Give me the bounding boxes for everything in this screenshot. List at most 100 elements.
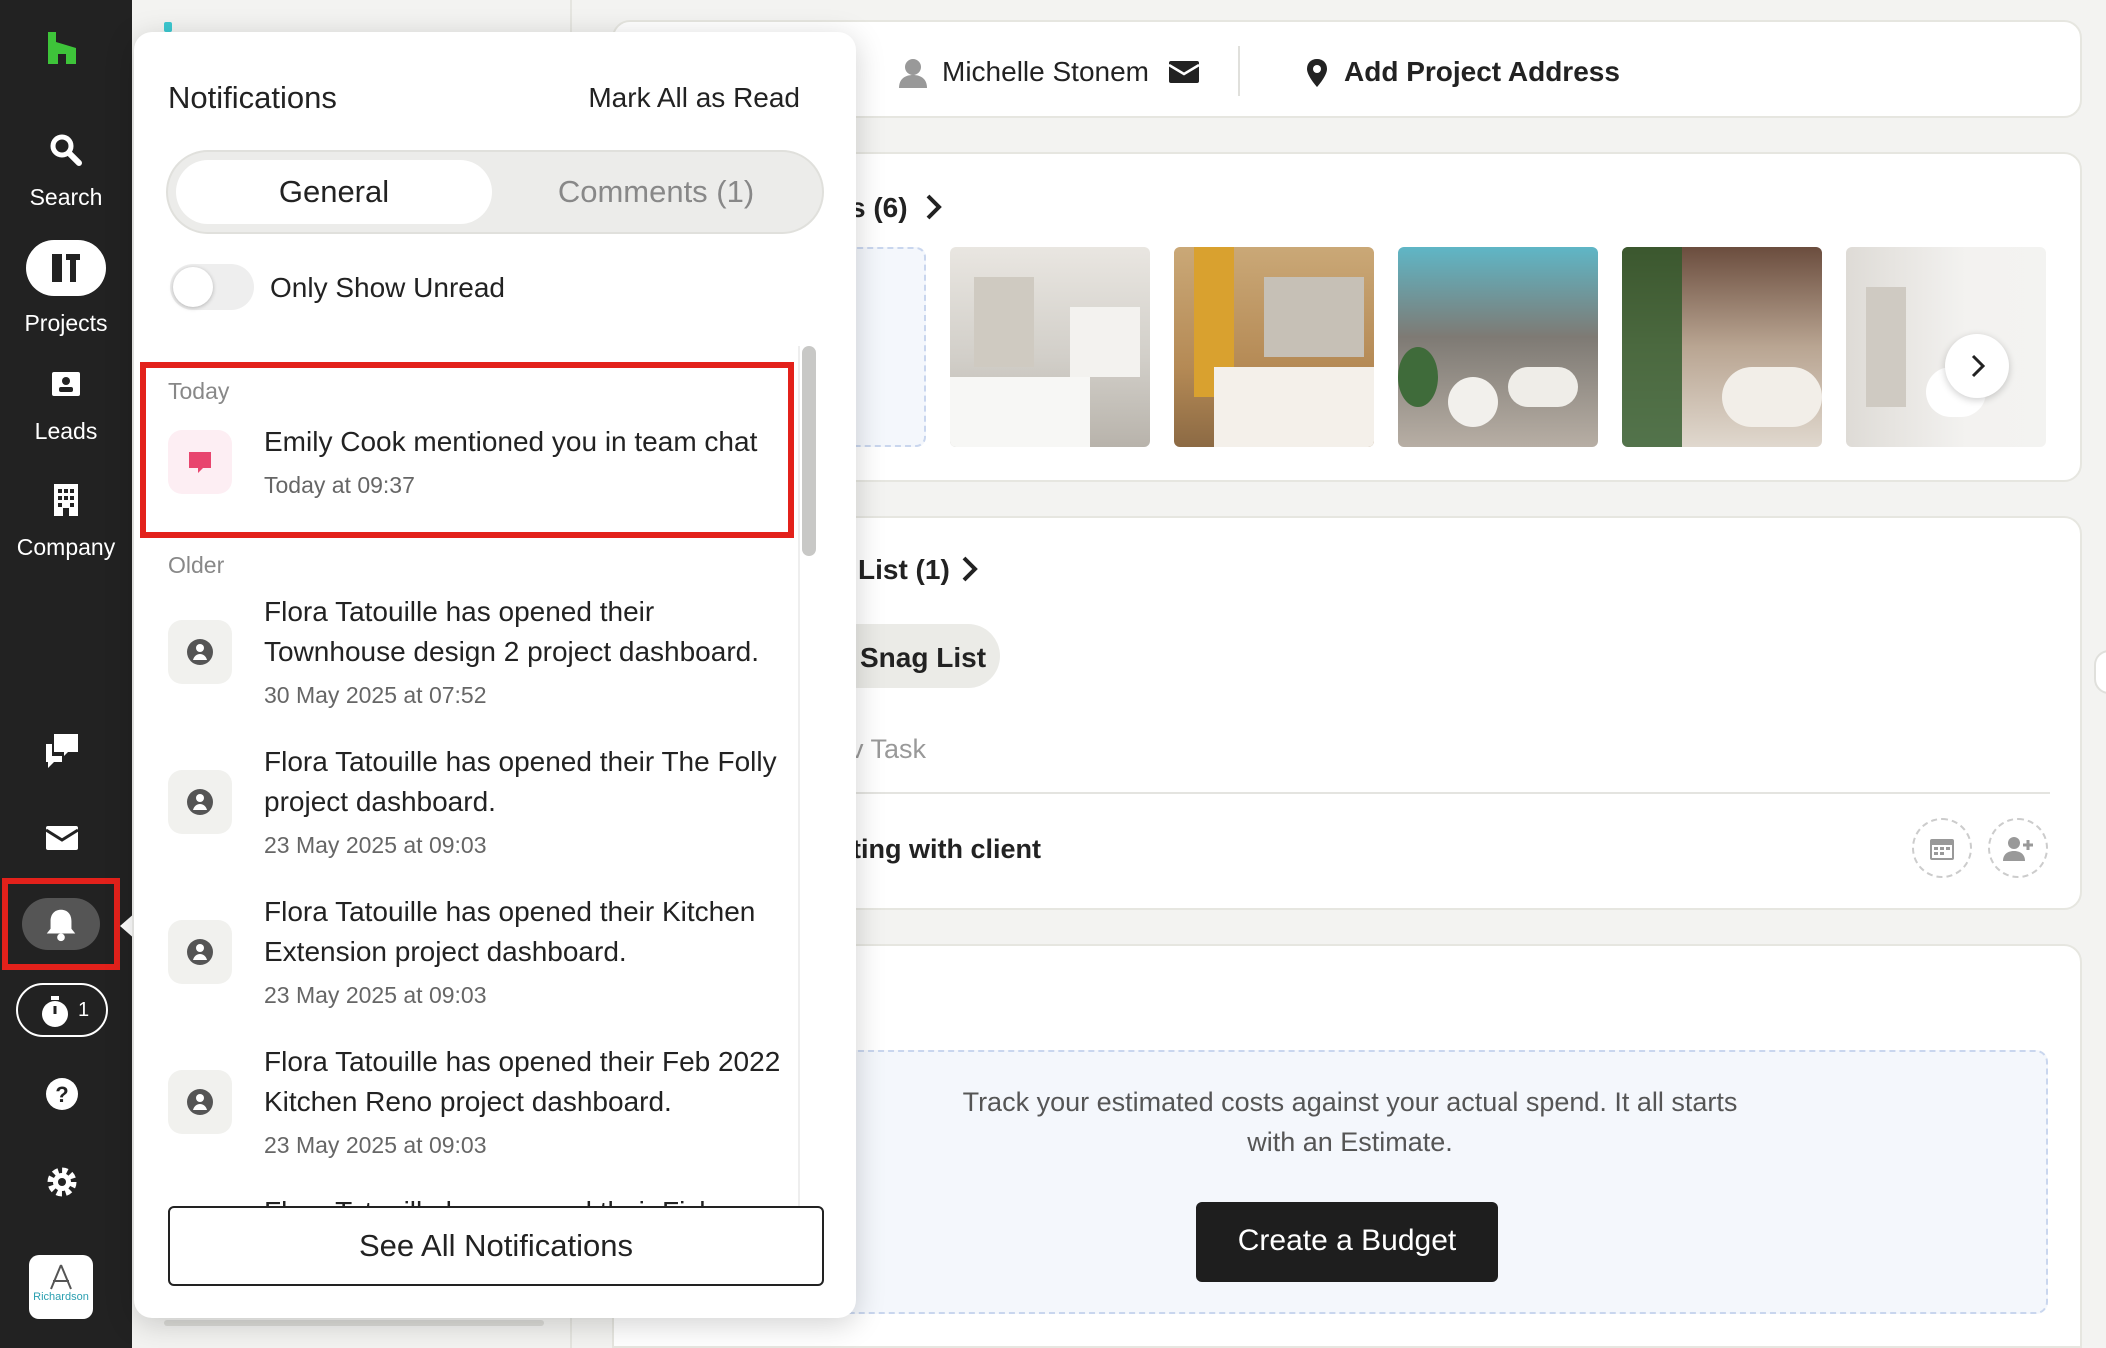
company-icon: [54, 484, 78, 516]
new-task-input[interactable]: v Task: [850, 734, 926, 765]
chat-icon[interactable]: [42, 730, 82, 770]
notification-icon: [168, 1070, 232, 1134]
projects-icon: [52, 254, 80, 282]
notifications-scrollbar[interactable]: [802, 346, 816, 556]
add-project-address-link[interactable]: Add Project Address: [1344, 56, 1620, 88]
sidebar-item-projects[interactable]: Projects: [0, 240, 132, 337]
budget-description: Track your estimated costs against your …: [962, 1087, 1738, 1157]
photo-bed: [1214, 367, 1374, 447]
only-unread-toggle[interactable]: [170, 264, 254, 310]
notification-list: Today Emily Cook mentioned you in team c…: [134, 362, 794, 1206]
task-divider: [850, 792, 2050, 794]
notification-text: Emily Cook mentioned you in team chat: [264, 426, 758, 457]
calendar-icon: [1930, 839, 1954, 860]
photos-title[interactable]: s (6): [850, 192, 908, 224]
chevron-right-icon: [1971, 354, 1986, 378]
search-icon: [50, 134, 82, 166]
bell-icon: [46, 909, 76, 942]
notification-text: Flora Tatouille has opened their Kitchen…: [264, 896, 756, 967]
timer-count: 1: [78, 999, 90, 1021]
project-photo[interactable]: [1622, 247, 1822, 447]
sidebar-item-company[interactable]: Company: [0, 480, 132, 561]
see-all-notifications-button[interactable]: See All Notifications: [168, 1206, 824, 1286]
mark-all-read-button[interactable]: Mark All as Read: [588, 82, 800, 114]
company-logo-icon: [50, 1264, 72, 1290]
project-photo[interactable]: [1174, 247, 1374, 447]
project-photo[interactable]: [950, 247, 1150, 447]
sidebar-item-label: Projects: [24, 310, 108, 336]
user-circle-icon: [187, 1089, 213, 1115]
notifications-button-highlight[interactable]: [2, 878, 120, 970]
notification-icon: [168, 620, 232, 684]
photos-next-button[interactable]: [1945, 334, 2009, 398]
chevron-right-icon[interactable]: [958, 554, 982, 584]
location-pin-icon: [1307, 59, 1327, 87]
project-photo[interactable]: [1398, 247, 1598, 447]
notifications-panel: Notifications Mark All as Read General C…: [134, 32, 856, 1318]
leads-icon: [52, 372, 80, 396]
list-scrollbar: [164, 1320, 544, 1326]
chat-bubble-icon: [189, 452, 211, 473]
set-date-button[interactable]: [1912, 818, 1972, 878]
company-logo-text: Richardson: [33, 1291, 89, 1303]
toggle-knob: [173, 267, 213, 307]
header-divider: [1238, 46, 1240, 96]
notifications-button[interactable]: [22, 898, 100, 950]
notification-text: Flora Tatouille has opened their Townhou…: [264, 596, 760, 667]
tab-comments[interactable]: Comments (1): [496, 160, 816, 224]
create-budget-button[interactable]: Create a Budget: [1196, 1202, 1498, 1282]
notification-tabs: General Comments (1): [166, 150, 824, 234]
notification-icon: [168, 430, 232, 494]
notification-text: Flora Tatouille has opened their Feb 202…: [264, 1046, 781, 1117]
tab-general[interactable]: General: [176, 160, 492, 224]
user-circle-icon: [187, 789, 213, 815]
assign-user-button[interactable]: [1988, 818, 2048, 878]
notification-time: 23 May 2025 at 09:03: [264, 1132, 487, 1158]
projects-pill: [26, 240, 106, 296]
notification-text: Flora Tatouille has opened their Fish: [264, 1192, 784, 1206]
sidebar-item-search[interactable]: Search: [0, 130, 132, 211]
section-older: Older: [168, 552, 225, 578]
notification-text: Flora Tatouille has opened their The Fol…: [264, 746, 777, 817]
photo-bed: [950, 377, 1090, 447]
sidebar-item-label: Search: [29, 184, 103, 210]
stopwatch-icon: [42, 996, 68, 1027]
photo-chair: [1448, 377, 1498, 427]
user-circle-icon: [187, 939, 213, 965]
mail-icon[interactable]: [1168, 58, 1200, 86]
help-icon[interactable]: ?: [42, 1074, 82, 1114]
indicator-dot: [164, 22, 172, 32]
notification-time: 23 May 2025 at 09:03: [264, 832, 487, 858]
notification-icon: [168, 770, 232, 834]
only-unread-label: Only Show Unread: [270, 272, 506, 303]
gear-icon[interactable]: [42, 1162, 82, 1202]
add-user-icon: [2003, 837, 2033, 861]
sidebar-item-label: Leads: [34, 418, 98, 444]
client-name[interactable]: Michelle Stonem: [942, 56, 1149, 88]
task-list-title[interactable]: List (1): [858, 554, 950, 586]
notification-time: 30 May 2025 at 07:52: [264, 682, 487, 708]
app-sidebar: Search Projects Leads Company 1 ? Richar…: [0, 0, 136, 1348]
company-logo[interactable]: Richardson: [29, 1255, 93, 1319]
sidebar-item-leads[interactable]: Leads: [0, 364, 132, 445]
mail-icon[interactable]: [42, 818, 82, 858]
timer-button[interactable]: 1: [16, 983, 108, 1037]
houzz-logo-icon[interactable]: [44, 30, 80, 66]
svg-text:?: ?: [55, 1082, 68, 1107]
sidebar-item-label: Company: [16, 534, 116, 560]
photo-plant: [1622, 247, 1682, 447]
notification-icon: [168, 920, 232, 984]
panel-title: Notifications: [168, 80, 337, 115]
scroll-track: [798, 346, 800, 1206]
photo-window: [1070, 307, 1140, 377]
notification-time: Today at 09:37: [264, 472, 415, 498]
section-today: Today: [168, 378, 230, 404]
project-photo[interactable]: [1846, 247, 2046, 447]
task-item-title[interactable]: ting with client: [852, 834, 1041, 865]
side-expand-handle[interactable]: [2094, 650, 2106, 694]
photo-sofa: [1508, 367, 1578, 407]
photo-sofa: [1722, 367, 1822, 427]
notification-time: 23 May 2025 at 09:03: [264, 982, 487, 1008]
photo-plant: [1398, 347, 1438, 407]
chevron-right-icon[interactable]: [922, 192, 946, 222]
